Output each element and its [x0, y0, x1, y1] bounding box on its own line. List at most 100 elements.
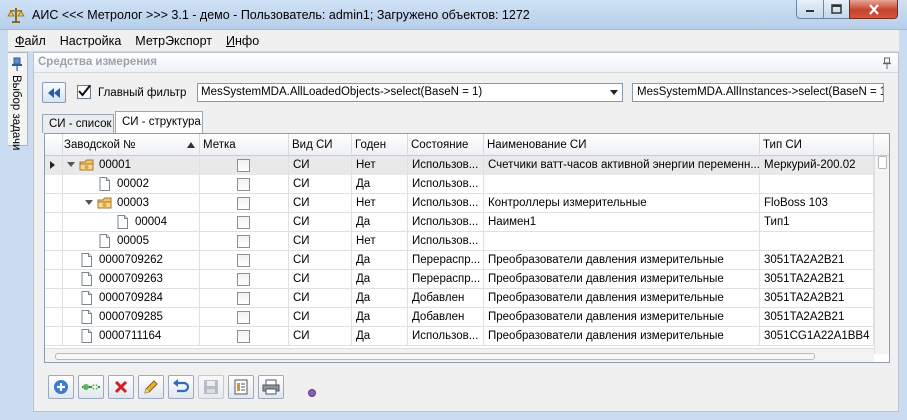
collapse-button[interactable] — [42, 82, 66, 103]
tab-si-structure[interactable]: СИ - структура — [115, 111, 203, 133]
cell-state: Использов... — [408, 213, 484, 232]
main-filter-checkbox[interactable] — [77, 84, 91, 99]
cell-state: Использов... — [408, 156, 484, 175]
row-indicator-cell — [45, 327, 63, 346]
cell-valid: Нет — [352, 232, 408, 251]
document-card-icon — [234, 379, 248, 395]
cell-state: Добавлен — [408, 308, 484, 327]
cell-type: Тип1 — [760, 213, 874, 232]
cell-valid: Да — [352, 175, 408, 194]
cell-name: Преобразователи давления измерительные — [484, 251, 760, 270]
table-row[interactable]: 0000709262 СИ Да Перераспр... Преобразовател… — [45, 251, 889, 270]
undo-button[interactable] — [168, 375, 194, 399]
cell-state: Использов... — [408, 327, 484, 346]
serial-number: 00001 — [99, 159, 131, 171]
instances-expression-field[interactable]: MesSystemMDA.AllInstances->select(BaseN … — [632, 83, 884, 102]
table-row[interactable]: 0000709263 СИ Да Перераспр... Преобразовател… — [45, 270, 889, 289]
maximize-button[interactable] — [823, 0, 850, 19]
add-child-button[interactable] — [78, 375, 104, 399]
column-header-mark[interactable]: Метка — [200, 134, 289, 156]
delete-button[interactable] — [108, 375, 134, 399]
mark-checkbox[interactable] — [237, 216, 250, 229]
menu-file[interactable]: Файл — [8, 34, 53, 48]
mark-checkbox[interactable] — [237, 273, 250, 286]
side-tab-task-select[interactable]: Выбор задачи — [8, 52, 28, 150]
cell-serial: 0000711164 — [63, 327, 200, 346]
column-header-kind[interactable]: Вид СИ — [289, 134, 352, 156]
serial-number: 0000711164 — [99, 330, 162, 342]
menu-metrexport[interactable]: МетрЭкспорт — [128, 34, 219, 48]
serial-number: 00005 — [117, 235, 149, 247]
print-button[interactable] — [258, 375, 284, 399]
table-row[interactable]: 00002 СИ Да Использов... — [45, 175, 889, 194]
column-header-serial[interactable]: Заводской № — [63, 134, 200, 156]
pencil-icon — [144, 380, 158, 394]
horizontal-scrollbar[interactable] — [45, 348, 874, 362]
tab-si-list[interactable]: СИ - список — [42, 114, 114, 133]
filter-expression-combo[interactable]: MesSystemMDA.AllLoadedObjects->select(Ba… — [197, 83, 623, 102]
minimize-button[interactable] — [796, 0, 824, 19]
mark-checkbox[interactable] — [237, 159, 250, 172]
document-icon — [79, 329, 94, 343]
column-header-valid[interactable]: Годен — [352, 134, 408, 156]
column-header-state[interactable]: Состояние — [408, 134, 484, 156]
close-button[interactable] — [849, 0, 898, 19]
save-button[interactable] — [198, 375, 224, 399]
cell-valid: Да — [352, 289, 408, 308]
cell-mark — [200, 289, 289, 308]
document-icon — [97, 177, 112, 191]
row-indicator-cell — [45, 213, 63, 232]
table-row[interactable]: 00003 СИ Нет Использов... Контроллеры измери… — [45, 194, 889, 213]
cell-mark — [200, 194, 289, 213]
vertical-scrollbar[interactable] — [874, 156, 889, 354]
cell-kind: СИ — [289, 251, 352, 270]
table-row[interactable]: 0000711164 СИ Да Использов... Преобразовател… — [45, 327, 889, 346]
window-title: АИС <<< Метролог >>> 3.1 - демо - Пользо… — [32, 8, 530, 22]
card-button[interactable] — [228, 375, 254, 399]
mark-checkbox[interactable] — [237, 254, 250, 267]
cell-mark — [200, 251, 289, 270]
menu-info[interactable]: Инфо — [219, 34, 266, 48]
pin-icon[interactable] — [882, 57, 892, 69]
cell-state: Добавлен — [408, 289, 484, 308]
mark-checkbox[interactable] — [237, 330, 250, 343]
tree-expander-icon[interactable] — [85, 200, 93, 205]
cell-valid: Да — [352, 213, 408, 232]
column-header-type[interactable]: Тип СИ — [760, 134, 874, 156]
serial-number: 0000709285 — [99, 311, 163, 323]
table-row[interactable]: 00005 СИ Нет Использов... — [45, 232, 889, 251]
column-header-name[interactable]: Наименование СИ — [484, 134, 760, 156]
mark-checkbox[interactable] — [237, 197, 250, 210]
edit-button[interactable] — [138, 375, 164, 399]
add-button[interactable] — [48, 375, 74, 399]
pin-icon — [12, 57, 22, 71]
mark-checkbox[interactable] — [237, 292, 250, 305]
cell-name: Счетчики ватт-часов активной энергии пер… — [484, 156, 760, 175]
row-indicator-cell — [45, 308, 63, 327]
folder-icon — [79, 158, 94, 172]
main-filter-label: Главный фильтр — [98, 87, 187, 99]
table-row[interactable]: 00004 СИ Да Использов... Наимен1 Тип1 — [45, 213, 889, 232]
table-row[interactable]: 0000709285 СИ Да Добавлен Преобразователи да… — [45, 308, 889, 327]
tree-expander-icon[interactable] — [67, 162, 75, 167]
grid-header: Заводской № Метка Вид СИ Годен Состояние… — [45, 134, 889, 156]
menu-bar: Файл Настройка МетрЭкспорт Инфо — [8, 30, 899, 51]
cell-kind: СИ — [289, 308, 352, 327]
mark-checkbox[interactable] — [237, 311, 250, 324]
cell-kind: СИ — [289, 194, 352, 213]
menu-settings[interactable]: Настройка — [53, 34, 129, 48]
cell-serial: 0000709263 — [63, 270, 200, 289]
mark-checkbox[interactable] — [237, 235, 250, 248]
table-row[interactable]: 00001 СИ Нет Использов... Счетчики ватт-часо… — [45, 156, 889, 175]
cell-valid: Да — [352, 327, 408, 346]
vertical-scroll-thumb[interactable] — [878, 156, 887, 169]
cell-serial: 0000709284 — [63, 289, 200, 308]
table-row[interactable]: 0000709284 СИ Да Добавлен Преобразователи да… — [45, 289, 889, 308]
mark-checkbox[interactable] — [237, 178, 250, 191]
undo-icon — [173, 379, 190, 393]
folder-icon — [97, 196, 112, 210]
horizontal-scroll-thumb[interactable] — [55, 353, 815, 360]
dropdown-arrow[interactable] — [606, 84, 622, 101]
cell-name: Преобразователи давления измерительные — [484, 270, 760, 289]
cell-valid: Да — [352, 270, 408, 289]
